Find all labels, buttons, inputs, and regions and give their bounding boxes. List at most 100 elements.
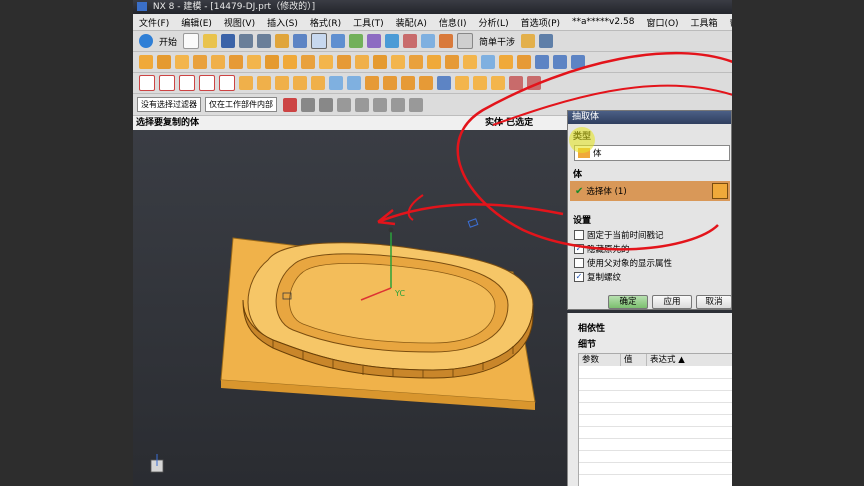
wcs-icon[interactable] (385, 34, 400, 48)
menu-analysis[interactable]: 分析(L) (473, 16, 515, 29)
render-style-icon[interactable] (331, 34, 346, 48)
trim-body-icon[interactable] (373, 55, 387, 69)
select-body-row[interactable]: ✔ 选择体 (1) (570, 181, 730, 201)
center-snap-icon[interactable] (409, 97, 423, 112)
option-copy-threads[interactable]: ✓ 复制螺纹 (574, 271, 621, 283)
layer-icon[interactable] (367, 34, 382, 48)
scope-filter-select[interactable]: 仅在工作部件内部 (205, 97, 277, 112)
option-checkbox[interactable]: ✓ (574, 244, 584, 254)
subtract-icon[interactable] (229, 55, 243, 69)
sew-icon[interactable] (499, 55, 513, 69)
sketch-icon[interactable] (437, 76, 451, 90)
apply-button[interactable]: 应用 (652, 295, 692, 309)
midpoint-snap-icon[interactable] (391, 97, 405, 112)
sweep-icon[interactable] (553, 55, 567, 69)
hole-icon[interactable] (265, 55, 279, 69)
intersect-icon[interactable] (247, 55, 261, 69)
save-icon[interactable] (221, 34, 236, 48)
mesh-icon[interactable] (571, 55, 585, 69)
menu-insert[interactable]: 插入(S) (261, 16, 304, 29)
move-face-icon[interactable] (491, 76, 505, 90)
view-orientation-cube[interactable] (150, 454, 164, 473)
column-parameter[interactable]: 参数 (579, 354, 621, 366)
thicken-icon[interactable] (517, 55, 531, 69)
details-header[interactable]: 细节 (578, 337, 596, 350)
edit-curve-icon[interactable] (329, 76, 343, 90)
type-filter-select[interactable]: 没有选择过滤器 (137, 97, 201, 112)
law-curve-icon[interactable] (509, 76, 523, 90)
settings-section-header[interactable]: 设置 (570, 213, 730, 226)
menu-tools[interactable]: 工具(T) (347, 16, 390, 29)
menu-help[interactable]: 帮助(H) (724, 16, 732, 29)
open-folder-icon[interactable] (203, 34, 218, 48)
rectangle-select-icon[interactable] (355, 97, 369, 112)
delete-face-icon[interactable] (473, 76, 487, 90)
menu-plugin[interactable]: **a*****v2.58 (566, 17, 640, 27)
extract-curve-icon[interactable] (275, 76, 289, 90)
pencil-icon[interactable] (521, 34, 536, 48)
menu-view[interactable]: 视图(V) (218, 16, 261, 29)
join-curve-icon[interactable] (311, 76, 325, 90)
offset-face-icon[interactable] (409, 55, 423, 69)
line-icon[interactable] (139, 75, 155, 91)
helix-icon[interactable] (383, 76, 397, 90)
trim-curve-icon[interactable] (347, 76, 361, 90)
dependencies-header[interactable]: 相依性 (578, 321, 605, 334)
project-curve-icon[interactable] (239, 76, 253, 90)
offset-curve-icon[interactable] (219, 75, 235, 91)
extract-body-icon[interactable] (463, 55, 477, 69)
intersection-curve-icon[interactable] (257, 76, 271, 90)
point-set-icon[interactable] (419, 76, 433, 90)
menu-edit[interactable]: 编辑(E) (175, 16, 218, 29)
mirror-icon[interactable] (445, 55, 459, 69)
option-fix-timestamp[interactable]: 固定于当前时间戳记 (574, 229, 664, 241)
info-icon[interactable] (527, 76, 541, 90)
option-parent-display[interactable]: 使用父对象的显示属性 (574, 257, 672, 269)
interference-icon[interactable] (457, 33, 474, 49)
menu-information[interactable]: 信息(I) (433, 16, 473, 29)
copy-icon[interactable] (293, 34, 308, 48)
start-button[interactable]: 开始 (159, 35, 177, 48)
body-section-header[interactable]: 体 (570, 167, 730, 180)
cylinder-icon[interactable] (193, 55, 207, 69)
unite-icon[interactable] (211, 55, 225, 69)
section-icon[interactable] (439, 34, 454, 48)
wcs-origin-handle[interactable] (388, 227, 394, 233)
spline-icon[interactable] (199, 75, 215, 91)
option-checkbox[interactable] (574, 230, 584, 240)
select-all-icon[interactable] (301, 97, 315, 112)
rectangle-icon[interactable] (179, 75, 195, 91)
arc-icon[interactable] (159, 75, 175, 91)
pattern-icon[interactable] (427, 55, 441, 69)
menu-file[interactable]: 文件(F) (133, 16, 175, 29)
start-icon[interactable] (139, 34, 153, 48)
split-body-icon[interactable] (391, 55, 405, 69)
option-checkbox[interactable]: ✓ (574, 272, 584, 282)
deselect-icon[interactable] (319, 97, 333, 112)
menu-window[interactable]: 窗口(O) (640, 16, 684, 29)
option-checkbox[interactable] (574, 258, 584, 268)
new-file-icon[interactable] (183, 33, 200, 49)
type-section-header[interactable]: 类型 (570, 129, 730, 142)
datum-plane-icon[interactable] (481, 55, 495, 69)
analysis-icon[interactable] (403, 34, 418, 48)
surface-icon[interactable] (535, 55, 549, 69)
ok-button[interactable]: 确定 (608, 295, 648, 309)
extrude-icon[interactable] (139, 55, 153, 69)
option-hide-original[interactable]: ✓ 隐藏原先的 (574, 243, 630, 255)
column-value[interactable]: 值 (621, 354, 647, 366)
measure-icon[interactable] (421, 34, 436, 48)
graphics-viewport[interactable]: YC (133, 130, 567, 486)
cancel-button[interactable]: 取消 (696, 295, 732, 309)
select-body-icon[interactable] (712, 183, 728, 199)
chamfer-icon[interactable] (319, 55, 333, 69)
edge-blend-icon[interactable] (301, 55, 315, 69)
redo-icon[interactable] (257, 34, 272, 48)
replace-face-icon[interactable] (455, 76, 469, 90)
menu-format[interactable]: 格式(R) (304, 16, 347, 29)
point-icon[interactable] (401, 76, 415, 90)
cut-icon[interactable] (275, 34, 290, 48)
column-expression[interactable]: 表达式 ▲ (647, 354, 732, 366)
fit-view-icon[interactable] (311, 33, 328, 49)
endpoint-snap-icon[interactable] (373, 97, 387, 112)
